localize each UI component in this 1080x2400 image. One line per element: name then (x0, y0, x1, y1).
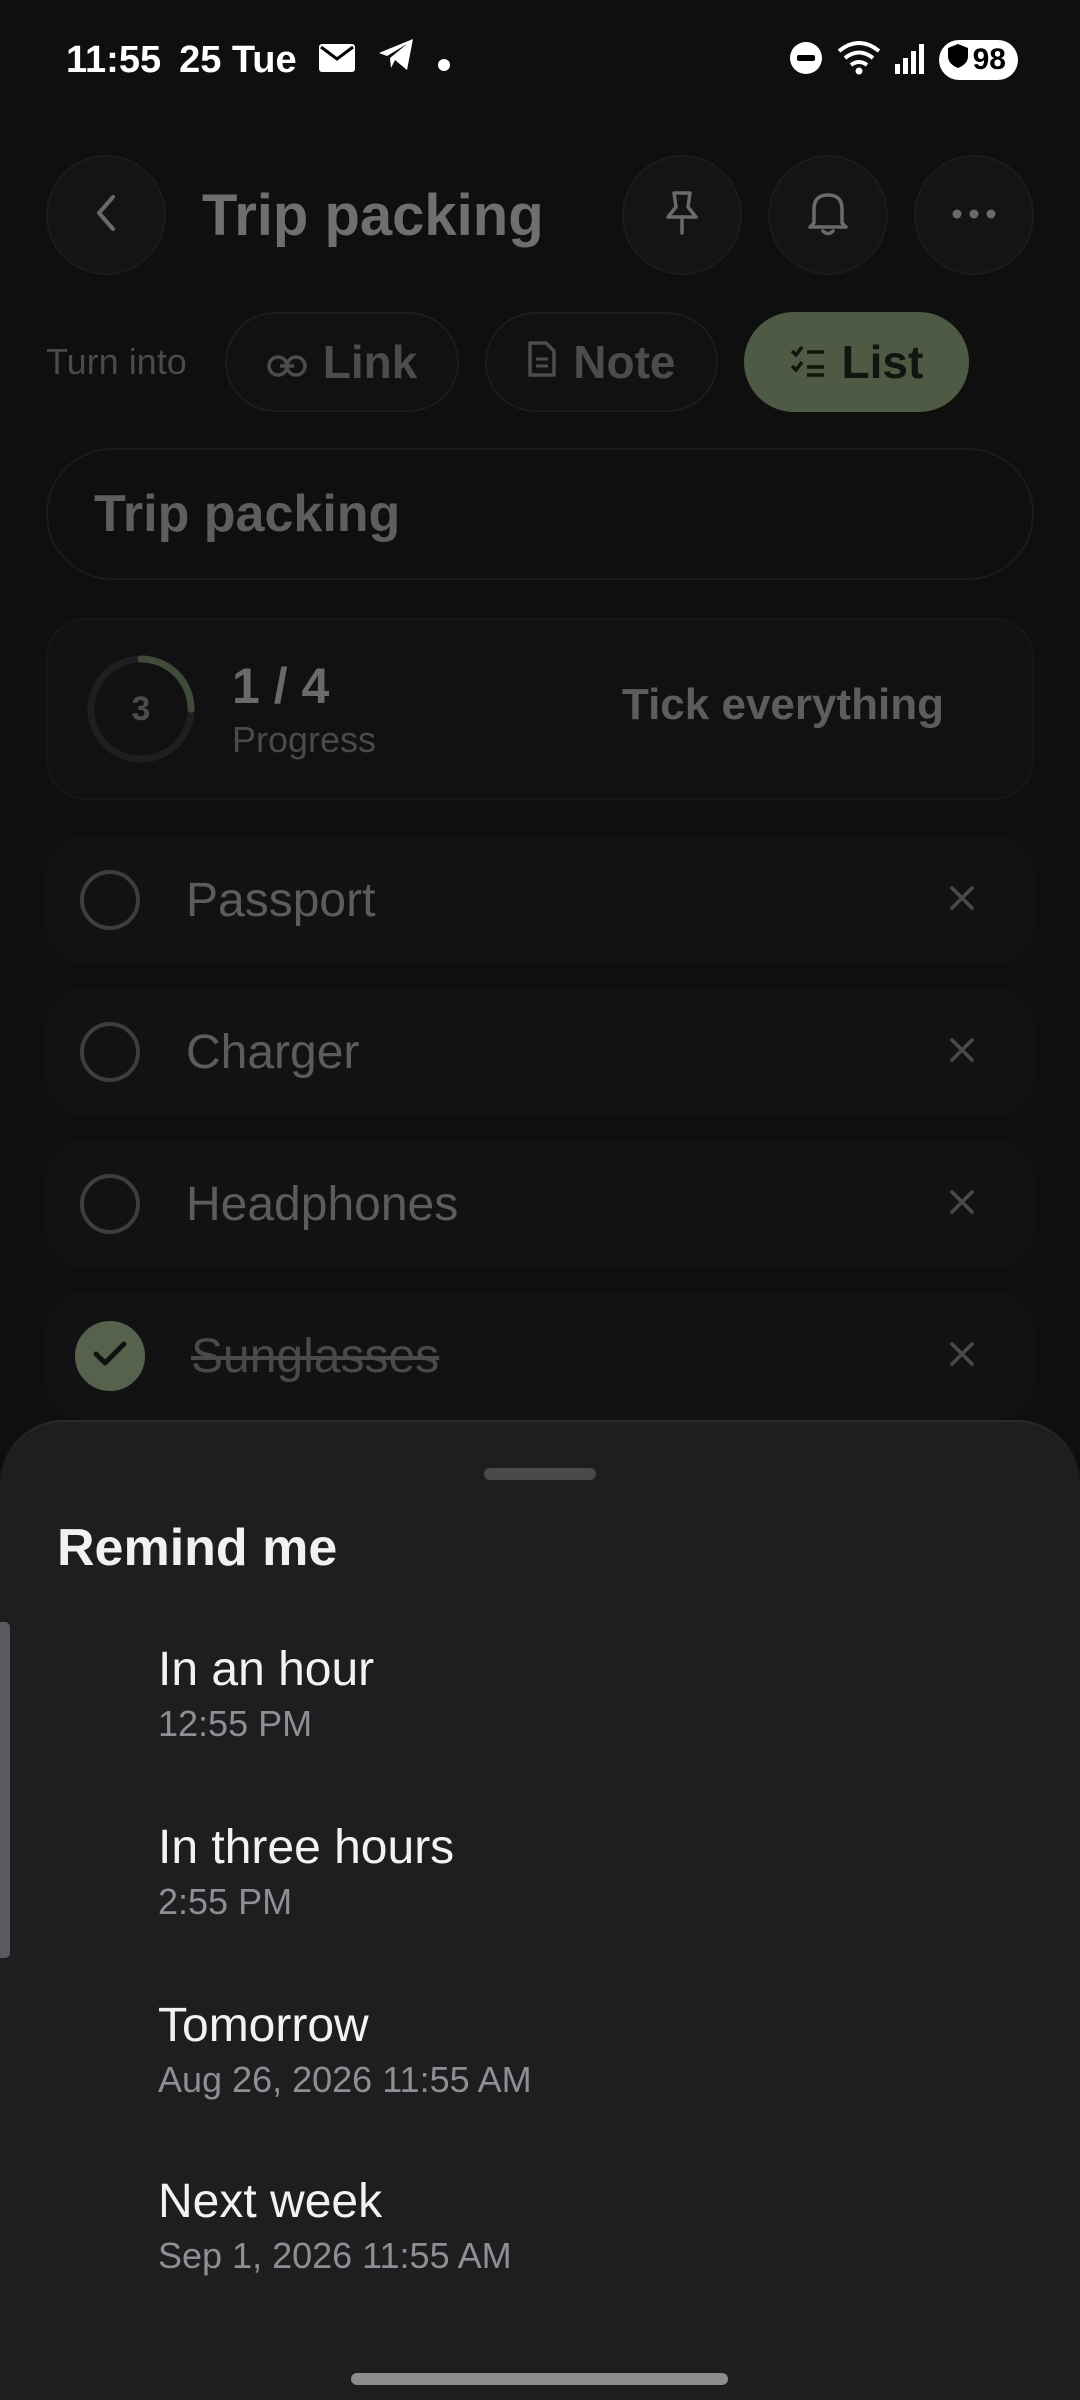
remind-option-in-three-hours[interactable]: In three hours 2:55 PM (0, 1786, 1080, 1956)
more-icon (952, 206, 996, 224)
close-icon (948, 1340, 976, 1373)
pin-icon (662, 189, 702, 242)
option-label: Tomorrow (158, 1998, 369, 2052)
list-item: Headphones (46, 1140, 1034, 1268)
item-checkbox-checked[interactable] (75, 1321, 145, 1391)
sheet-drag-handle[interactable] (484, 1468, 596, 1480)
item-label[interactable]: Headphones (186, 1177, 942, 1232)
reminder-button[interactable] (768, 155, 888, 275)
option-time: Sep 1, 2026 11:55 AM (158, 2234, 512, 2276)
option-time: 12:55 PM (158, 1702, 313, 1744)
check-icon (93, 1341, 127, 1372)
turn-into-note-chip[interactable]: Note (485, 312, 718, 412)
turn-into-label: Turn into (46, 341, 187, 382)
progress-ring: 3 (86, 654, 196, 764)
bell-icon (806, 189, 850, 242)
sheet-title: Remind me (57, 1519, 338, 1577)
list-item: Charger (46, 988, 1034, 1116)
pin-button[interactable] (622, 155, 742, 275)
remind-option-in-an-hour[interactable]: In an hour 12:55 PM (0, 1608, 1080, 1778)
turn-into-link-chip[interactable]: Link (224, 312, 460, 412)
option-label: Next week (158, 2174, 383, 2228)
item-label[interactable]: Passport (186, 873, 942, 928)
list-item: Sunglasses (46, 1292, 1034, 1420)
progress-count: 1 / 4 (232, 658, 330, 714)
back-icon (91, 193, 121, 238)
item-checkbox[interactable] (80, 1022, 140, 1082)
top-bar: Trip packing (46, 155, 1034, 275)
item-checkbox[interactable] (80, 870, 140, 930)
list-item: Passport (46, 836, 1034, 964)
option-time: Aug 26, 2026 11:55 AM (158, 2058, 532, 2100)
option-label: In three hours (158, 1820, 455, 1874)
turn-into-link-label: Link (322, 336, 418, 388)
remind-option-next-week[interactable]: Next week Sep 1, 2026 11:55 AM (0, 2140, 1080, 2310)
checklist-icon (790, 335, 826, 389)
remove-item-button[interactable] (942, 1032, 982, 1072)
remind-me-sheet: Remind me In an hour 12:55 PM In three h… (0, 1420, 1080, 2400)
progress-text: 1 / 4 Progress (232, 657, 376, 761)
close-icon (948, 1036, 976, 1069)
back-button[interactable] (46, 155, 166, 275)
close-icon (948, 884, 976, 917)
turn-into-list-chip[interactable]: List (743, 312, 970, 412)
option-time: 2:55 PM (158, 1880, 293, 1922)
item-label[interactable]: Charger (186, 1025, 942, 1080)
turn-into-row: Turn into Link Note List (46, 312, 970, 412)
list-title-input[interactable]: Trip packing (46, 448, 1034, 580)
remove-item-button[interactable] (942, 1184, 982, 1224)
note-icon (527, 335, 557, 389)
remove-item-button[interactable] (942, 880, 982, 920)
turn-into-list-label: List (841, 336, 924, 388)
progress-ring-value: 3 (131, 689, 151, 728)
item-checkbox[interactable] (80, 1174, 140, 1234)
remove-item-button[interactable] (942, 1336, 982, 1376)
more-button[interactable] (914, 155, 1034, 275)
edge-panel-handle[interactable] (0, 1622, 10, 1958)
option-label: In an hour (158, 1642, 375, 1696)
tick-everything-button[interactable]: Tick everything (622, 680, 944, 730)
turn-into-note-label: Note (573, 336, 676, 388)
remind-option-tomorrow[interactable]: Tomorrow Aug 26, 2026 11:55 AM (0, 1964, 1080, 2134)
progress-card: 3 1 / 4 Progress Tick everything (46, 618, 1034, 800)
close-icon (948, 1188, 976, 1221)
link-icon (266, 335, 307, 389)
page-title: Trip packing (202, 182, 544, 248)
top-actions (622, 155, 1034, 275)
home-indicator[interactable] (351, 2373, 728, 2385)
item-label[interactable]: Sunglasses (191, 1329, 942, 1384)
progress-label: Progress (232, 719, 377, 760)
